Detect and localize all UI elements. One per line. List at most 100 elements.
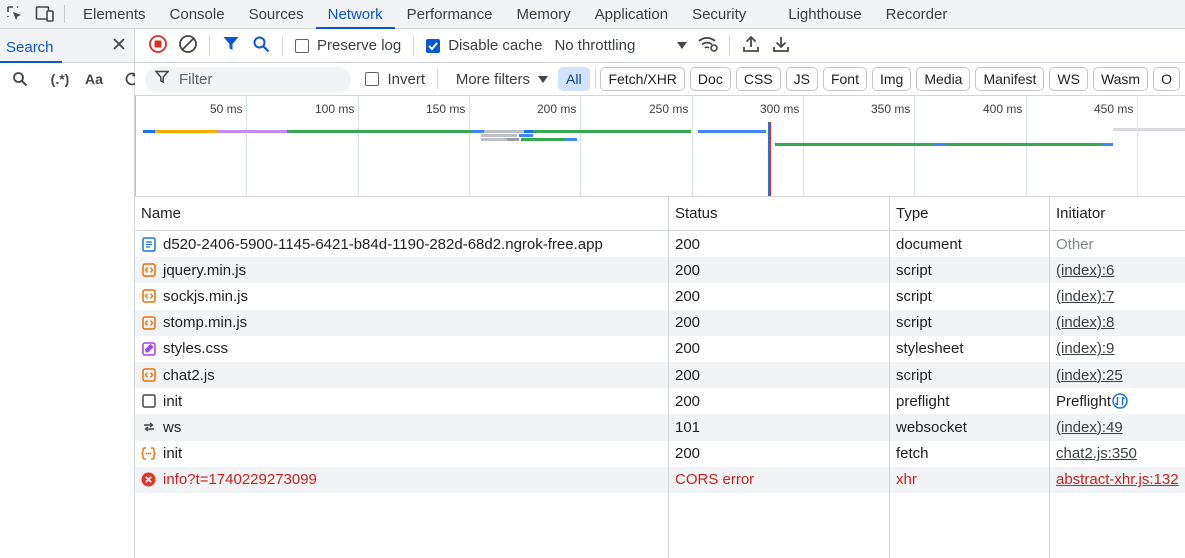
throttling-value: No throttling xyxy=(554,37,636,54)
request-initiator: Preflight xyxy=(1056,392,1112,410)
filter-chip-fetch-xhr[interactable]: Fetch/XHR xyxy=(600,67,685,91)
timeline-tick-label: 450 ms xyxy=(1094,102,1134,116)
search-icon[interactable] xyxy=(8,67,32,91)
filter-chip-doc[interactable]: Doc xyxy=(689,67,731,91)
dropdown-arrow-icon xyxy=(538,71,549,88)
overview-bar xyxy=(217,130,287,133)
overview-bar xyxy=(565,138,577,141)
filter-chip-ws[interactable]: WS xyxy=(1049,67,1088,91)
download-icon xyxy=(772,35,790,56)
filter-chip-other[interactable]: O xyxy=(1153,67,1180,91)
funnel-icon xyxy=(222,35,240,56)
filter-chip-img[interactable]: Img xyxy=(871,67,912,91)
request-name: info?t=1740229273099 xyxy=(163,471,317,489)
initiator-link[interactable]: abstract-xhr.js:132 xyxy=(1056,471,1179,488)
table-row-error[interactable]: info?t=1740229273099 CORS error xhr abst… xyxy=(135,466,1185,493)
initiator-link[interactable]: (index):8 xyxy=(1056,314,1114,331)
tab-recorder[interactable]: Recorder xyxy=(874,0,960,28)
stop-recording-button[interactable] xyxy=(143,32,173,60)
table-row[interactable]: styles.css 200 stylesheet (index):9 xyxy=(135,336,1185,362)
filter-chip-js[interactable]: JS xyxy=(785,67,818,91)
request-type: preflight xyxy=(896,392,950,410)
timeline-tick-label: 300 ms xyxy=(760,102,800,116)
table-row[interactable]: sockjs.min.js 200 script (index):7 xyxy=(135,283,1185,309)
initiator-link[interactable]: (index):49 xyxy=(1056,419,1123,436)
device-toolbar-icon[interactable] xyxy=(30,0,60,28)
network-conditions-button[interactable] xyxy=(693,32,723,60)
initiator-link[interactable]: chat2.js:350 xyxy=(1056,445,1137,462)
overview-bar xyxy=(698,130,766,133)
tab-performance[interactable]: Performance xyxy=(395,0,505,28)
inspect-element-icon[interactable] xyxy=(0,0,30,28)
search-panel-header: Search xyxy=(0,29,134,63)
overview-bar xyxy=(775,143,933,146)
filter-chip-css[interactable]: CSS xyxy=(735,67,781,91)
export-har-button[interactable] xyxy=(766,32,796,60)
preflight-link-icon[interactable] xyxy=(1112,393,1128,409)
filter-chip-all[interactable]: All xyxy=(558,67,590,91)
tab-memory[interactable]: Memory xyxy=(505,0,583,28)
filter-chip-wasm[interactable]: Wasm xyxy=(1092,67,1149,91)
tab-network[interactable]: Network xyxy=(315,0,395,29)
request-status: 200 xyxy=(675,366,701,384)
tab-sources[interactable]: Sources xyxy=(237,0,316,28)
filter-chip-font[interactable]: Font xyxy=(822,67,867,91)
overview-bar xyxy=(481,138,507,141)
table-row[interactable]: ws 101 websocket (index):49 xyxy=(135,414,1185,441)
initiator-link[interactable]: (index):7 xyxy=(1056,288,1114,305)
disable-cache-checkbox[interactable]: Disable cache xyxy=(426,37,542,54)
timeline-gridline xyxy=(1026,96,1027,196)
regex-toggle-button[interactable]: (.*) xyxy=(48,67,72,91)
column-header-name[interactable]: Name xyxy=(135,197,669,230)
table-row[interactable]: init 200 preflight Preflight xyxy=(135,388,1185,414)
request-status: 200 xyxy=(675,261,701,279)
initiator-link[interactable]: (index):25 xyxy=(1056,367,1123,384)
table-row[interactable]: stomp.min.js 200 script (index):8 xyxy=(135,309,1185,336)
script-icon xyxy=(141,368,156,383)
request-name: styles.css xyxy=(163,340,229,358)
wifi-settings-icon xyxy=(697,35,719,56)
request-name: chat2.js xyxy=(163,366,215,384)
overview-bar xyxy=(481,134,517,137)
invert-checkbox[interactable]: Invert xyxy=(365,71,425,88)
initiator-link[interactable]: (index):6 xyxy=(1056,262,1114,279)
column-header-type[interactable]: Type xyxy=(890,197,1050,230)
column-divider xyxy=(889,231,890,558)
preserve-log-checkbox[interactable]: Preserve log xyxy=(295,37,401,54)
tab-lighthouse[interactable]: Lighthouse xyxy=(776,0,873,28)
initiator-link[interactable]: (index):9 xyxy=(1056,340,1114,357)
clear-button[interactable] xyxy=(173,32,203,60)
request-status: CORS error xyxy=(675,471,755,489)
script-icon xyxy=(141,315,156,330)
tab-elements[interactable]: Elements xyxy=(71,0,158,28)
column-header-initiator[interactable]: Initiator xyxy=(1050,197,1185,230)
table-row[interactable]: chat2.js 200 script (index):25 xyxy=(135,361,1185,389)
request-type: fetch xyxy=(896,445,929,463)
filter-button[interactable] xyxy=(216,32,246,60)
throttling-select[interactable]: No throttling xyxy=(548,37,693,54)
column-header-status[interactable]: Status xyxy=(669,197,890,230)
search-panel-title[interactable]: Search xyxy=(0,29,61,63)
table-row[interactable]: init 200 fetch chat2.js:350 xyxy=(135,441,1185,467)
more-filters-dropdown[interactable]: More filters xyxy=(456,71,549,88)
tab-console[interactable]: Console xyxy=(158,0,237,28)
filter-chip-media[interactable]: Media xyxy=(916,67,971,91)
network-overview-timeline[interactable]: 50 ms 100 ms 150 ms 200 ms 250 ms 300 ms… xyxy=(135,96,1185,197)
match-case-button[interactable]: Aa xyxy=(82,67,106,91)
tab-application[interactable]: Application xyxy=(583,0,680,28)
table-row[interactable]: jquery.min.js 200 script (index):6 xyxy=(135,257,1185,284)
overview-bar xyxy=(507,138,519,141)
toolbar-divider xyxy=(413,35,415,56)
request-name: sockjs.min.js xyxy=(163,287,249,305)
tab-security[interactable]: Security xyxy=(680,0,758,28)
network-toolbar: Preserve log Disable cache No throttling xyxy=(135,29,1185,63)
request-initiator: Other xyxy=(1056,235,1094,253)
filter-input[interactable]: Filter xyxy=(145,66,352,92)
checkbox-icon xyxy=(365,72,380,86)
import-har-button[interactable] xyxy=(736,32,766,60)
filter-chip-manifest[interactable]: Manifest xyxy=(975,67,1045,91)
close-icon[interactable] xyxy=(112,37,126,54)
record-icon xyxy=(148,34,168,57)
search-button[interactable] xyxy=(246,32,276,60)
table-row[interactable]: d520-2406-5900-1145-6421-b84d-1190-282d-… xyxy=(135,231,1185,257)
